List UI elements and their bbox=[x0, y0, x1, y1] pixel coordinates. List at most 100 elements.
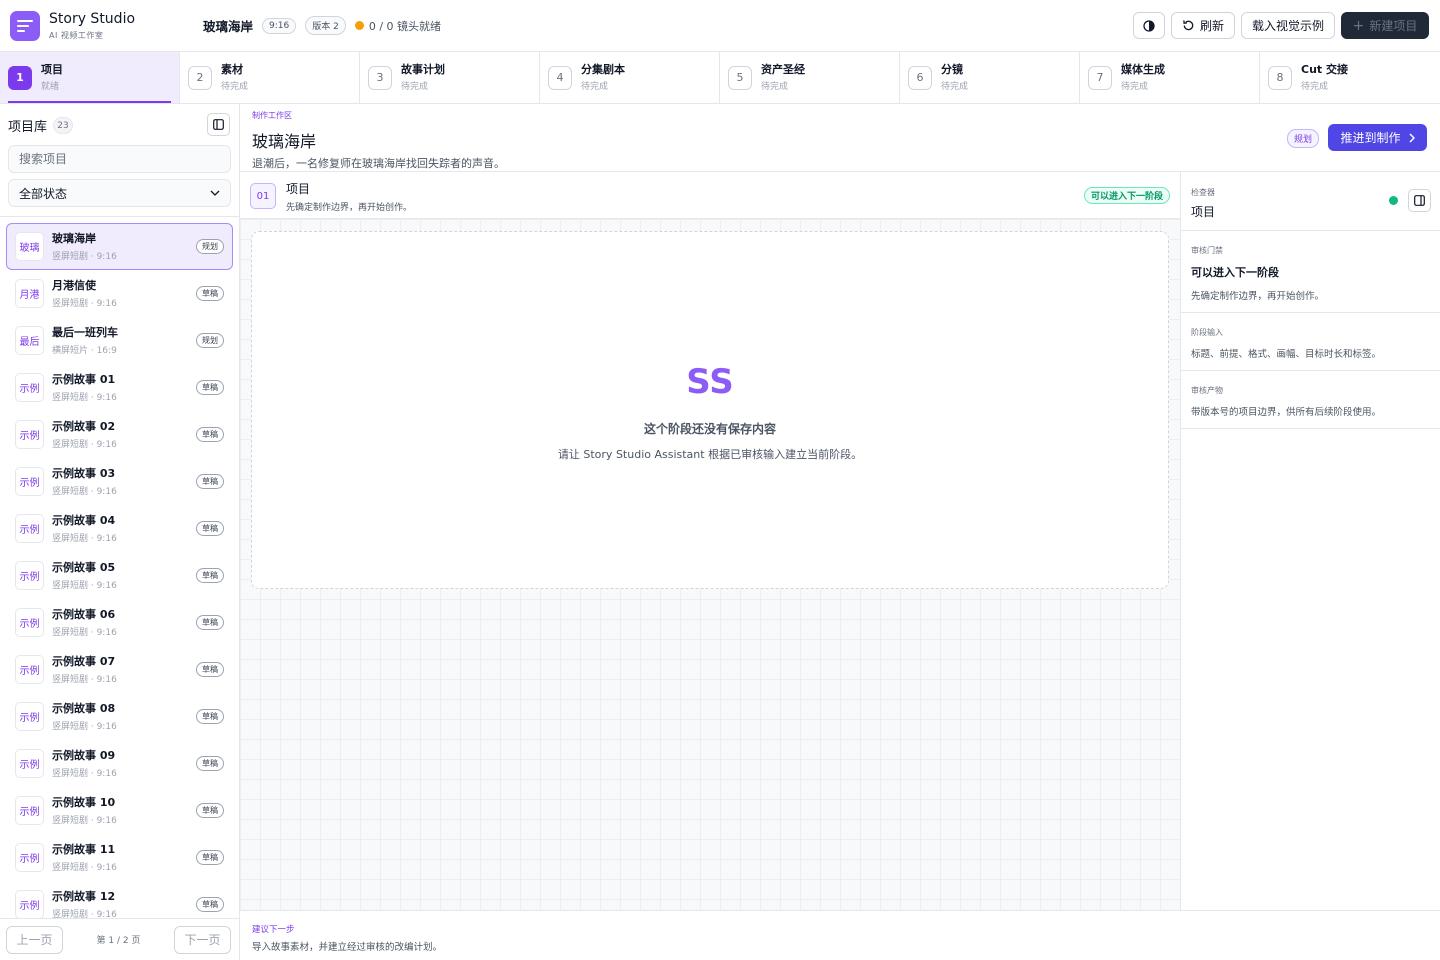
list-item[interactable]: 示例 示例故事 04 竖屏短剧 · 9:16 草稿 bbox=[6, 505, 233, 552]
project-avatar: 示例 bbox=[15, 843, 44, 872]
project-name: 示例故事 05 bbox=[52, 560, 116, 574]
output-text: 带版本号的项目边界，供所有后续阶段使用。 bbox=[1191, 407, 1382, 418]
next-step-footer: 建议下一步 导入故事素材，并建立经过审核的改编计划。 bbox=[240, 910, 1440, 960]
brand: Story Studio AI 视频工作室 bbox=[49, 10, 195, 41]
list-item[interactable]: 示例 示例故事 07 竖屏短剧 · 9:16 草稿 bbox=[6, 646, 233, 693]
list-item[interactable]: 示例 示例故事 03 竖屏短剧 · 9:16 草稿 bbox=[6, 458, 233, 505]
brand-title: Story Studio bbox=[49, 11, 136, 27]
project-meta: 竖屏短剧 · 9:16 bbox=[52, 721, 117, 732]
project-avatar: 最后 bbox=[15, 326, 44, 355]
project-name: 示例故事 10 bbox=[52, 795, 116, 809]
inspector-title: 项目 bbox=[1191, 205, 1216, 219]
step-status: 待完成 bbox=[581, 82, 609, 92]
empty-state-title: 这个阶段还没有保存内容 bbox=[643, 422, 776, 436]
project-meta: 竖屏短剧 · 9:16 bbox=[52, 815, 117, 826]
step-status: 待完成 bbox=[1301, 82, 1329, 92]
refresh-button[interactable]: 刷新 bbox=[1170, 12, 1235, 39]
status-badge: 草稿 bbox=[196, 427, 224, 442]
list-item[interactable]: 示例 示例故事 01 竖屏短剧 · 9:16 草稿 bbox=[6, 364, 233, 411]
project-avatar: 示例 bbox=[15, 702, 44, 731]
list-item[interactable]: 示例 示例故事 12 竖屏短剧 · 9:16 草稿 bbox=[6, 881, 233, 920]
project-avatar: 玻璃 bbox=[15, 232, 44, 261]
new-project-button[interactable]: + 新建项目 bbox=[1341, 12, 1429, 39]
section-label: 阶段输入 bbox=[1191, 328, 1223, 337]
project-avatar: 示例 bbox=[15, 514, 44, 543]
list-item[interactable]: 示例 示例故事 05 竖屏短剧 · 9:16 草稿 bbox=[6, 552, 233, 599]
project-meta: 竖屏短剧 · 9:16 bbox=[52, 627, 117, 638]
step-episode-script[interactable]: 4 分集剧本 待完成 bbox=[540, 52, 720, 103]
step-status: 待完成 bbox=[1121, 82, 1149, 92]
step-number: 7 bbox=[1088, 65, 1112, 90]
section-label: 审核门禁 bbox=[1191, 246, 1223, 255]
project-name: 示例故事 02 bbox=[52, 419, 116, 433]
project-avatar: 示例 bbox=[15, 420, 44, 449]
status-badge: 草稿 bbox=[196, 709, 224, 724]
project-name: 示例故事 06 bbox=[52, 607, 116, 621]
contrast-icon bbox=[1143, 19, 1155, 32]
step-story-plan[interactable]: 3 故事计划 待完成 bbox=[360, 52, 540, 103]
project-avatar: 示例 bbox=[15, 749, 44, 778]
step-media-generation[interactable]: 7 媒体生成 待完成 bbox=[1080, 52, 1260, 103]
next-page-button[interactable]: 下一页 bbox=[174, 925, 231, 954]
library-count-badge: 23 bbox=[53, 117, 74, 134]
step-project[interactable]: 1 项目 就绪 bbox=[0, 52, 180, 103]
list-item[interactable]: 最后 最后一班列车 横屏短片 · 16:9 规划 bbox=[6, 317, 233, 364]
step-status: 待完成 bbox=[401, 82, 429, 92]
project-meta: 竖屏短剧 · 9:16 bbox=[52, 580, 117, 591]
list-item[interactable]: 示例 示例故事 09 竖屏短剧 · 9:16 草稿 bbox=[6, 740, 233, 787]
list-item[interactable]: 示例 示例故事 10 竖屏短剧 · 9:16 草稿 bbox=[6, 787, 233, 834]
list-item[interactable]: 月港 月港信使 竖屏短剧 · 9:16 草稿 bbox=[6, 270, 233, 317]
header-actions: 刷新 载入视觉示例 + 新建项目 bbox=[1132, 12, 1429, 39]
brand-subtitle: AI 视频工作室 bbox=[49, 31, 104, 40]
list-item[interactable]: 玻璃 玻璃海岸 竖屏短剧 · 9:16 规划 bbox=[6, 223, 233, 270]
advance-to-production-button[interactable]: 推进到制作 bbox=[1328, 124, 1427, 151]
toggle-inspector-button[interactable] bbox=[1408, 189, 1431, 212]
step-storyboard[interactable]: 6 分镜 待完成 bbox=[900, 52, 1080, 103]
status-badge: 草稿 bbox=[196, 756, 224, 771]
step-label: 项目 bbox=[41, 63, 63, 76]
project-name: 示例故事 03 bbox=[52, 466, 116, 480]
inspector-panel: 检查器 项目 审核门禁 可以进入下一阶段 先确定制作边界，再开始创作。 阶段输入… bbox=[1180, 172, 1440, 910]
status-badge: 草稿 bbox=[196, 521, 224, 536]
divider bbox=[0, 216, 239, 217]
status-badge: 规划 bbox=[196, 333, 224, 348]
next-step-text: 导入故事素材，并建立经过审核的改编计划。 bbox=[252, 942, 443, 953]
project-name: 示例故事 08 bbox=[52, 701, 116, 715]
new-project-label: 新建项目 bbox=[1369, 19, 1418, 33]
status-filter-select[interactable]: 全部状态 bbox=[8, 179, 231, 207]
app-logo-icon[interactable] bbox=[10, 10, 40, 41]
status-badge: 草稿 bbox=[196, 615, 224, 630]
list-item[interactable]: 示例 示例故事 02 竖屏短剧 · 9:16 草稿 bbox=[6, 411, 233, 458]
step-materials[interactable]: 2 素材 待完成 bbox=[180, 52, 360, 103]
advance-label: 推进到制作 bbox=[1340, 131, 1401, 145]
inspector-label: 检查器 bbox=[1191, 188, 1215, 197]
theme-toggle-button[interactable] bbox=[1132, 12, 1165, 39]
list-item[interactable]: 示例 示例故事 11 竖屏短剧 · 9:16 草稿 bbox=[6, 834, 233, 881]
refresh-icon bbox=[1183, 20, 1194, 31]
step-status: 待完成 bbox=[761, 82, 789, 92]
load-example-button[interactable]: 载入视觉示例 bbox=[1240, 12, 1335, 39]
project-avatar: 示例 bbox=[15, 373, 44, 402]
step-cut-handoff[interactable]: 8 Cut 交接 待完成 bbox=[1260, 52, 1440, 103]
status-filter-value: 全部状态 bbox=[19, 186, 68, 201]
project-name: 示例故事 07 bbox=[52, 654, 116, 668]
step-number: 5 bbox=[728, 65, 752, 90]
status-badge: 草稿 bbox=[196, 286, 224, 301]
collapse-sidebar-button[interactable] bbox=[207, 113, 230, 136]
step-number: 6 bbox=[908, 65, 932, 90]
project-search-input[interactable] bbox=[8, 145, 231, 173]
step-asset-bible[interactable]: 5 资产圣经 待完成 bbox=[720, 52, 900, 103]
prev-page-button[interactable]: 上一页 bbox=[6, 925, 63, 954]
step-number: 3 bbox=[368, 65, 392, 90]
project-name: 示例故事 12 bbox=[52, 889, 116, 903]
stage-canvas: SS 这个阶段还没有保存内容 请让 Story Studio Assistant… bbox=[240, 219, 1180, 910]
project-meta: 竖屏短剧 · 9:16 bbox=[52, 533, 117, 544]
list-item[interactable]: 示例 示例故事 06 竖屏短剧 · 9:16 草稿 bbox=[6, 599, 233, 646]
status-badge: 草稿 bbox=[196, 803, 224, 818]
status-badge: 草稿 bbox=[196, 474, 224, 489]
project-avatar: 示例 bbox=[15, 608, 44, 637]
plus-icon: + bbox=[1352, 17, 1365, 34]
current-project-name: 玻璃海岸 bbox=[203, 19, 254, 34]
list-item[interactable]: 示例 示例故事 08 竖屏短剧 · 9:16 草稿 bbox=[6, 693, 233, 740]
project-meta: 横屏短片 · 16:9 bbox=[52, 345, 117, 356]
